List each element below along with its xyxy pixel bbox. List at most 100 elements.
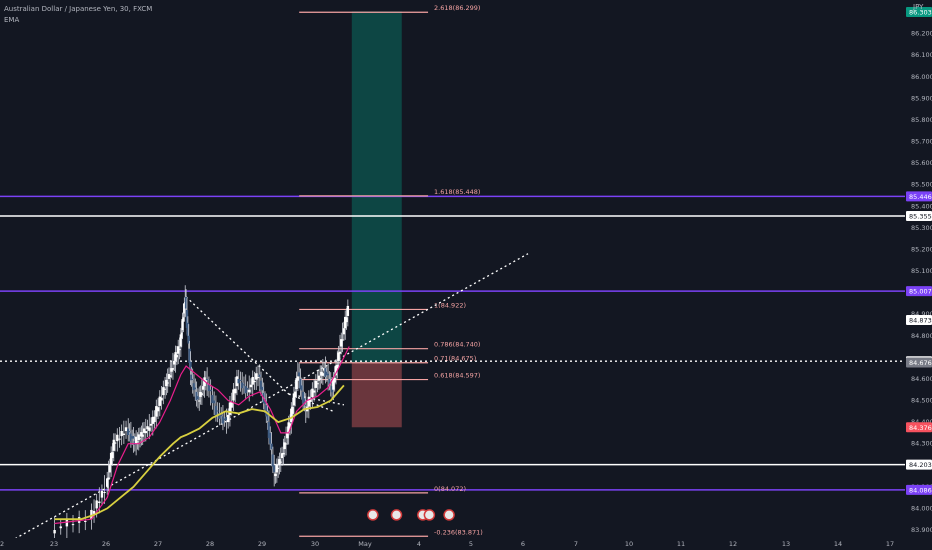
candle[interactable] (341, 339, 344, 341)
candle[interactable] (216, 410, 219, 412)
candle[interactable] (226, 414, 230, 423)
economic-event-icon[interactable] (367, 509, 379, 521)
candle[interactable] (261, 386, 264, 391)
candle[interactable] (144, 431, 147, 434)
candle[interactable] (111, 452, 114, 459)
candle[interactable] (255, 373, 258, 380)
candle[interactable] (156, 407, 160, 412)
candle[interactable] (237, 378, 240, 384)
trend-line[interactable] (14, 253, 529, 540)
candle[interactable] (246, 387, 249, 390)
candle[interactable] (148, 427, 151, 431)
candle[interactable] (112, 439, 115, 451)
economic-event-icon[interactable] (443, 509, 455, 521)
candle[interactable] (212, 400, 216, 404)
candle[interactable] (270, 443, 273, 450)
candle[interactable] (163, 388, 167, 390)
candle[interactable] (321, 373, 325, 376)
candle[interactable] (200, 393, 204, 395)
candle[interactable] (166, 382, 169, 384)
candle[interactable] (317, 375, 321, 381)
candle[interactable] (92, 511, 96, 514)
candle[interactable] (282, 452, 285, 455)
candle[interactable] (294, 391, 297, 398)
candle[interactable] (132, 435, 135, 439)
candle[interactable] (122, 433, 126, 435)
candle[interactable] (319, 378, 322, 380)
candle[interactable] (162, 387, 165, 396)
candle[interactable] (84, 521, 87, 523)
candle[interactable] (241, 382, 244, 389)
candle[interactable] (59, 526, 62, 529)
candle[interactable] (178, 349, 181, 351)
price-axis[interactable]: 86.30086.20086.10086.00085.90085.80085.7… (905, 0, 932, 550)
candle[interactable] (169, 375, 172, 377)
candle[interactable] (239, 379, 242, 381)
candle[interactable] (291, 406, 294, 414)
candle[interactable] (345, 317, 348, 323)
candle[interactable] (113, 442, 117, 444)
candle[interactable] (128, 431, 131, 433)
candle[interactable] (311, 388, 314, 398)
candle[interactable] (175, 355, 179, 358)
candle[interactable] (276, 467, 280, 469)
candle[interactable] (249, 384, 253, 388)
candle[interactable] (256, 377, 260, 379)
candle[interactable] (253, 380, 256, 383)
candle[interactable] (71, 524, 75, 526)
candle[interactable] (284, 443, 288, 445)
candle[interactable] (326, 373, 330, 376)
candle[interactable] (297, 372, 301, 377)
candle[interactable] (160, 397, 163, 401)
candle[interactable] (141, 434, 144, 437)
candle[interactable] (233, 388, 237, 394)
candle[interactable] (286, 432, 289, 439)
candle[interactable] (258, 374, 261, 377)
candle[interactable] (194, 387, 197, 390)
candle[interactable] (107, 477, 110, 480)
candle[interactable] (120, 431, 123, 437)
candle[interactable] (304, 404, 307, 407)
candle[interactable] (198, 400, 201, 402)
candle[interactable] (196, 396, 200, 400)
candle[interactable] (100, 490, 104, 498)
candle[interactable] (242, 384, 246, 386)
ema-fast-line[interactable] (54, 346, 350, 525)
candle[interactable] (149, 423, 153, 426)
candle[interactable] (65, 519, 69, 527)
candle[interactable] (342, 328, 346, 335)
candle[interactable] (314, 380, 318, 388)
candle[interactable] (273, 465, 276, 473)
time-axis[interactable]: 2 23 26 27 28 29 30 May 4 5 6 7 10 11 12 13 14 17 (0, 538, 932, 550)
candle[interactable] (251, 376, 254, 385)
candle[interactable] (201, 386, 205, 390)
loss-zone[interactable] (351, 362, 402, 428)
candle[interactable] (116, 434, 119, 442)
candle[interactable] (103, 492, 106, 494)
candle[interactable] (124, 427, 128, 432)
candle[interactable] (134, 436, 138, 444)
candle[interactable] (153, 416, 156, 423)
candle[interactable] (173, 360, 176, 365)
candle[interactable] (95, 500, 98, 509)
candle[interactable] (53, 530, 56, 534)
candle[interactable] (274, 473, 277, 477)
candle[interactable] (248, 389, 251, 393)
candle[interactable] (279, 461, 282, 463)
candle[interactable] (171, 368, 175, 370)
candle[interactable] (283, 442, 286, 450)
candle[interactable] (300, 385, 304, 391)
candle[interactable] (118, 438, 121, 440)
candle[interactable] (333, 377, 336, 383)
economic-event-icon[interactable] (390, 509, 403, 521)
candle[interactable] (98, 501, 101, 504)
candle[interactable] (191, 378, 194, 380)
candle[interactable] (346, 305, 350, 316)
candle[interactable] (209, 389, 212, 392)
candle[interactable] (269, 432, 272, 444)
candle[interactable] (338, 351, 342, 354)
candle[interactable] (296, 376, 300, 381)
candle[interactable] (316, 383, 319, 385)
price-chart[interactable]: 2.618(86.299)1.618(85.448)1(84.922)0.786… (0, 0, 932, 550)
candle[interactable] (219, 414, 223, 416)
